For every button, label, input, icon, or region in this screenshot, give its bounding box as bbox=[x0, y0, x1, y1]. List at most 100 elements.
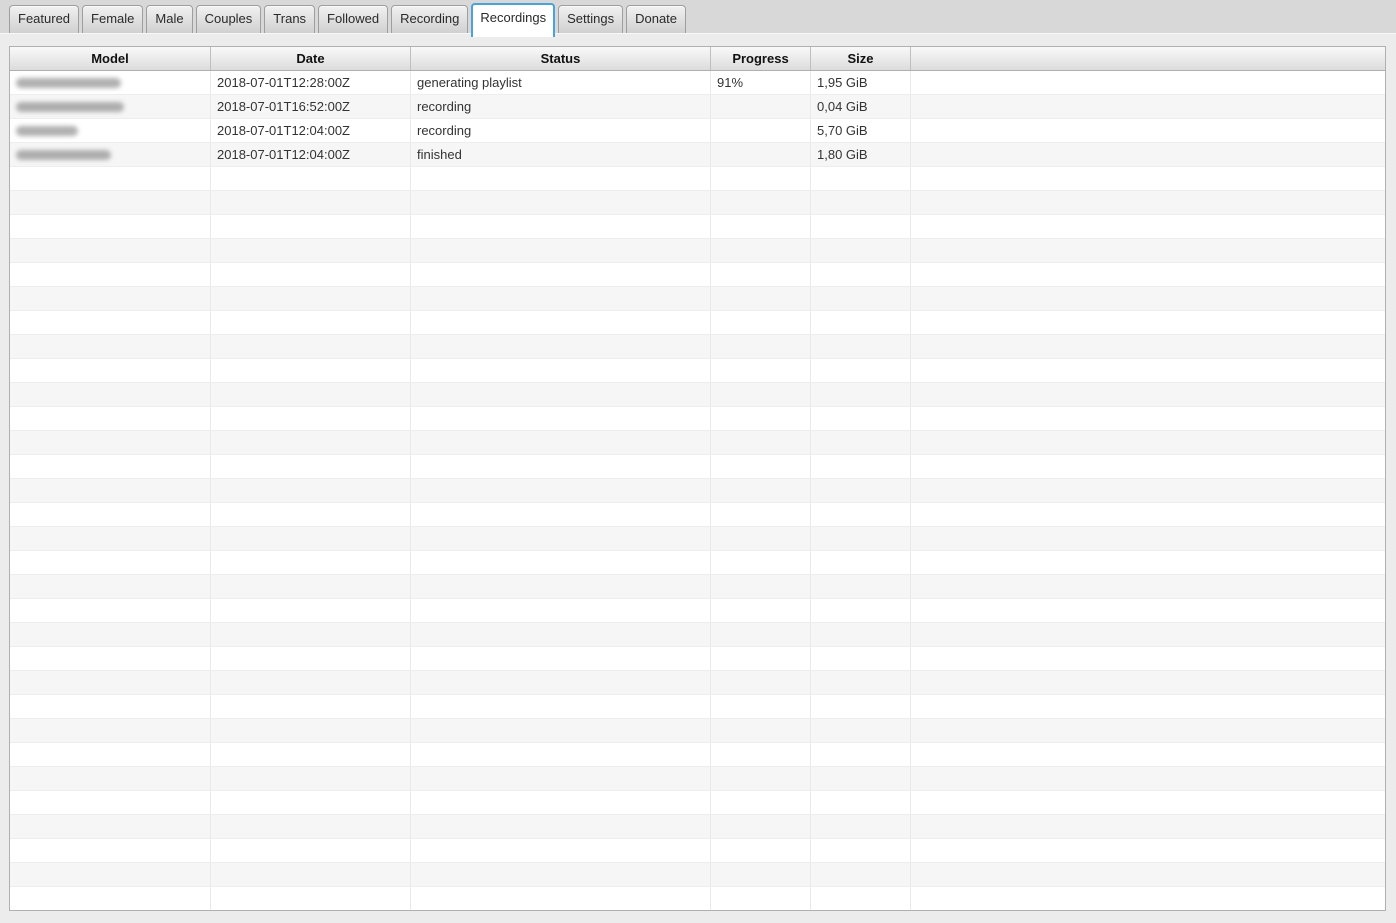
cell-empty bbox=[10, 839, 211, 862]
table-row[interactable]: 2018-07-01T16:52:00Z recording 0,04 GiB bbox=[10, 95, 1385, 119]
cell-progress: 91% bbox=[711, 71, 811, 94]
cell-empty bbox=[811, 215, 911, 238]
cell-empty bbox=[10, 767, 211, 790]
cell-empty bbox=[911, 407, 1385, 430]
cell-status: recording bbox=[411, 95, 711, 118]
cell-empty bbox=[211, 839, 411, 862]
table-row-empty bbox=[10, 551, 1385, 575]
cell-progress bbox=[711, 143, 811, 166]
cell-empty bbox=[711, 863, 811, 886]
table-row-empty bbox=[10, 503, 1385, 527]
cell-empty bbox=[211, 527, 411, 550]
cell-empty bbox=[811, 383, 911, 406]
table-body: 2018-07-01T12:28:00Z generating playlist 9… bbox=[10, 71, 1385, 910]
cell-empty bbox=[711, 263, 811, 286]
tab-settings[interactable]: Settings bbox=[558, 5, 624, 33]
cell-empty bbox=[10, 239, 211, 262]
cell-empty bbox=[10, 503, 211, 526]
cell-empty bbox=[911, 551, 1385, 574]
cell-status: generating playlist bbox=[411, 71, 711, 94]
tab-recording[interactable]: Recording bbox=[391, 5, 469, 33]
tab-donate[interactable]: Donate bbox=[626, 5, 687, 33]
column-header-model[interactable]: Model bbox=[10, 47, 211, 70]
cell-empty bbox=[411, 311, 711, 334]
column-header-size[interactable]: Size bbox=[811, 47, 911, 70]
cell-empty bbox=[211, 479, 411, 502]
column-header-status[interactable]: Status bbox=[411, 47, 711, 70]
cell-empty bbox=[411, 815, 711, 838]
table-row-empty bbox=[10, 335, 1385, 359]
cell-empty bbox=[711, 287, 811, 310]
tab-featured[interactable]: Featured bbox=[9, 5, 80, 33]
cell-empty bbox=[911, 287, 1385, 310]
tab-couples[interactable]: Couples bbox=[195, 5, 262, 33]
cell-empty bbox=[211, 359, 411, 382]
cell-empty bbox=[211, 815, 411, 838]
cell-empty bbox=[10, 671, 211, 694]
cell-empty bbox=[411, 647, 711, 670]
cell-empty bbox=[811, 647, 911, 670]
cell-empty bbox=[211, 791, 411, 814]
cell-empty bbox=[911, 311, 1385, 334]
cell-empty bbox=[811, 455, 911, 478]
cell-empty bbox=[911, 383, 1385, 406]
cell-empty bbox=[711, 599, 811, 622]
cell-empty bbox=[711, 623, 811, 646]
tab-recordings[interactable]: Recordings bbox=[471, 3, 556, 37]
tab-male[interactable]: Male bbox=[146, 5, 193, 33]
cell-empty bbox=[711, 455, 811, 478]
table-row-empty bbox=[10, 311, 1385, 335]
cell-date: 2018-07-01T16:52:00Z bbox=[211, 95, 411, 118]
table-row-empty bbox=[10, 263, 1385, 287]
table-row-empty bbox=[10, 359, 1385, 383]
cell-empty bbox=[811, 551, 911, 574]
cell-empty bbox=[911, 455, 1385, 478]
cell-empty bbox=[10, 863, 211, 886]
cell-empty bbox=[811, 839, 911, 862]
cell-empty bbox=[411, 551, 711, 574]
cell-empty bbox=[211, 575, 411, 598]
cell-empty bbox=[711, 647, 811, 670]
cell-empty bbox=[711, 815, 811, 838]
cell-empty bbox=[711, 479, 811, 502]
column-header-date[interactable]: Date bbox=[211, 47, 411, 70]
cell-empty bbox=[911, 599, 1385, 622]
cell-empty bbox=[10, 311, 211, 334]
table-row[interactable]: 2018-07-01T12:28:00Z generating playlist 9… bbox=[10, 71, 1385, 95]
cell-empty bbox=[911, 647, 1385, 670]
table-row[interactable]: 2018-07-01T12:04:00Z finished 1,80 GiB bbox=[10, 143, 1385, 167]
cell-empty bbox=[711, 839, 811, 862]
tab-trans[interactable]: Trans bbox=[264, 5, 316, 33]
table-row-empty bbox=[10, 215, 1385, 239]
tab-female[interactable]: Female bbox=[82, 5, 144, 33]
cell-empty bbox=[911, 791, 1385, 814]
cell-empty bbox=[10, 215, 211, 238]
cell-empty bbox=[411, 287, 711, 310]
table-row-empty bbox=[10, 527, 1385, 551]
table-row[interactable]: 2018-07-01T12:04:00Z recording 5,70 GiB bbox=[10, 119, 1385, 143]
cell-empty bbox=[211, 407, 411, 430]
cell-empty bbox=[911, 431, 1385, 454]
cell-date: 2018-07-01T12:28:00Z bbox=[211, 71, 411, 94]
tab-followed[interactable]: Followed bbox=[318, 5, 389, 33]
cell-empty bbox=[211, 287, 411, 310]
cell-empty bbox=[911, 767, 1385, 790]
cell-empty bbox=[211, 671, 411, 694]
redacted-model-name bbox=[16, 150, 111, 160]
cell-model bbox=[10, 143, 211, 166]
cell-empty bbox=[811, 791, 911, 814]
cell-empty bbox=[711, 791, 811, 814]
recordings-table: Model Date Status Progress Size 2018-07-01T1… bbox=[9, 46, 1386, 911]
cell-empty bbox=[10, 719, 211, 742]
column-header-progress[interactable]: Progress bbox=[711, 47, 811, 70]
cell-empty bbox=[411, 359, 711, 382]
cell-empty bbox=[411, 263, 711, 286]
cell-empty bbox=[10, 407, 211, 430]
table-row-empty bbox=[10, 479, 1385, 503]
table-row-empty bbox=[10, 647, 1385, 671]
cell-empty bbox=[811, 863, 911, 886]
cell-empty bbox=[811, 431, 911, 454]
cell-empty bbox=[711, 551, 811, 574]
cell-empty bbox=[10, 743, 211, 766]
cell-empty bbox=[811, 335, 911, 358]
